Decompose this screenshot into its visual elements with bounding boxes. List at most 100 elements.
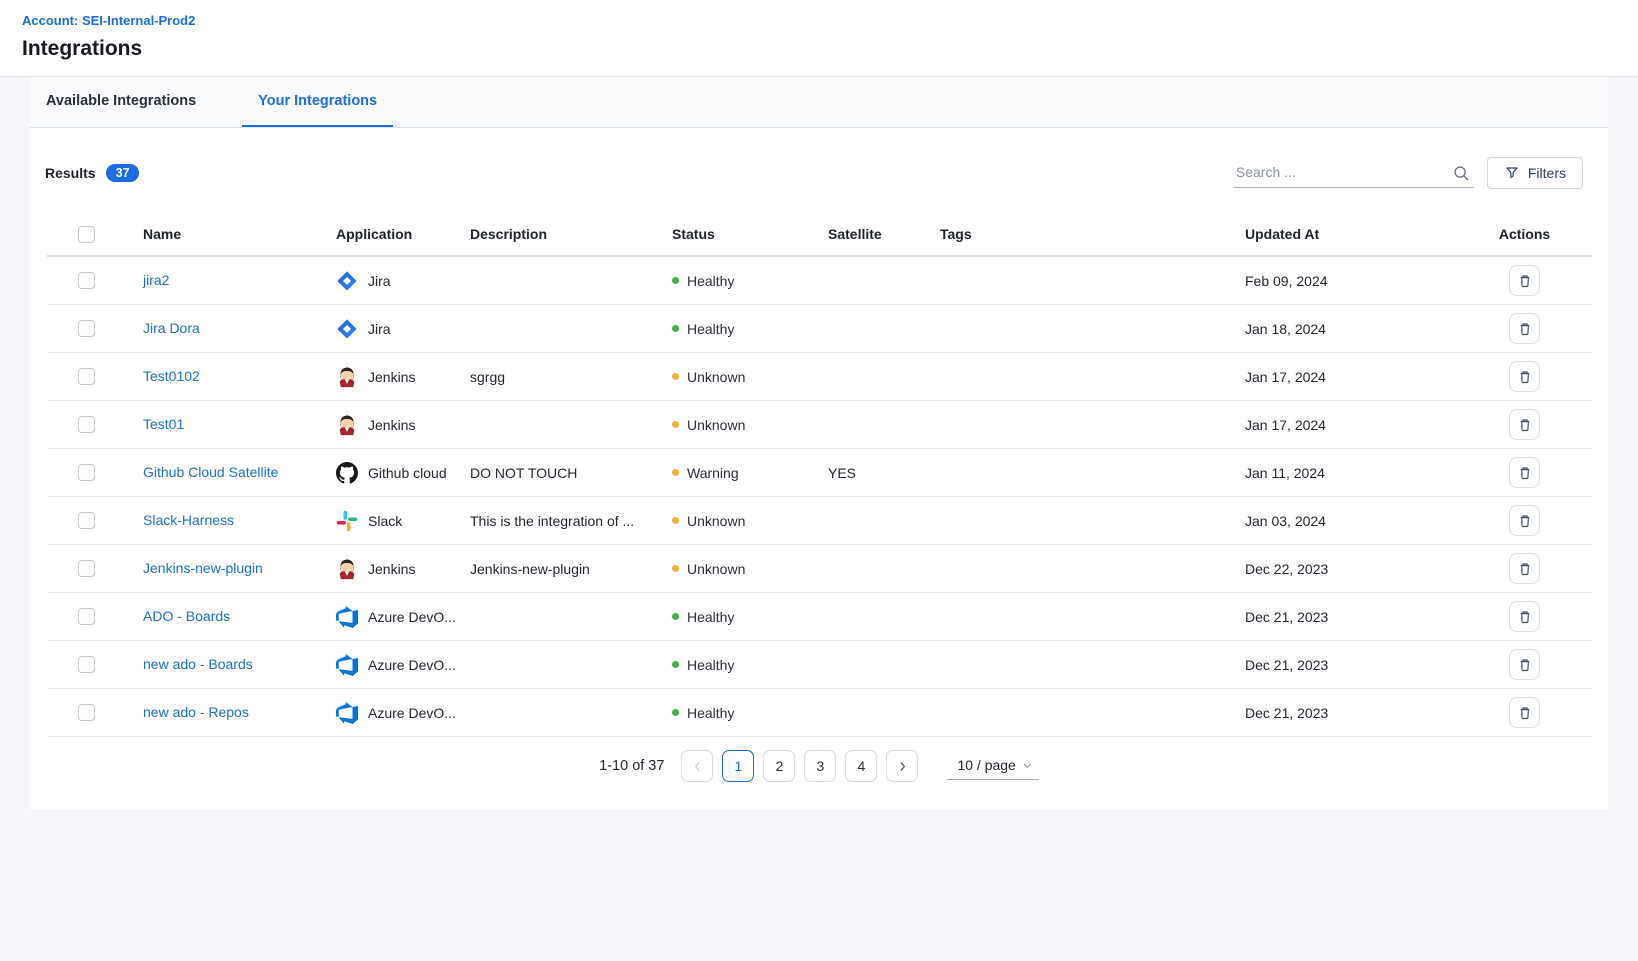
application-label: Azure DevO... xyxy=(368,657,456,673)
table-row: jira2JiraHealthyFeb 09, 2024 xyxy=(47,257,1592,305)
updated-at-cell: Dec 21, 2023 xyxy=(1245,657,1457,673)
delete-button[interactable] xyxy=(1509,265,1540,296)
page-size-select[interactable]: 10 / page xyxy=(947,752,1038,780)
updated-at-cell: Dec 22, 2023 xyxy=(1245,561,1457,577)
page-size-value: 10 / page xyxy=(957,757,1015,773)
pagination-next-button[interactable] xyxy=(886,750,918,782)
row-checkbox[interactable] xyxy=(78,608,95,625)
status-label: Healthy xyxy=(687,609,734,625)
row-checkbox[interactable] xyxy=(78,656,95,673)
filters-button[interactable]: Filters xyxy=(1487,157,1583,189)
integration-name-link[interactable]: Github Cloud Satellite xyxy=(143,464,278,480)
status-dot xyxy=(672,469,679,476)
results-count-badge: 37 xyxy=(106,164,140,183)
pagination-page-3[interactable]: 3 xyxy=(804,750,836,782)
jenkins-icon xyxy=(336,414,358,436)
trash-icon xyxy=(1517,608,1533,625)
select-all-checkbox[interactable] xyxy=(78,226,95,243)
status-dot xyxy=(672,565,679,572)
integration-name-link[interactable]: Jenkins-new-plugin xyxy=(143,560,263,576)
pagination: 1-10 of 37 1234 10 / page xyxy=(30,750,1608,782)
updated-at-cell: Feb 09, 2024 xyxy=(1245,273,1457,289)
status-label: Unknown xyxy=(687,369,745,385)
delete-button[interactable] xyxy=(1509,697,1540,728)
status-cell: Healthy xyxy=(672,657,828,673)
updated-at-cell: Jan 03, 2024 xyxy=(1245,513,1457,529)
table-row: Test0102JenkinssgrggUnknownJan 17, 2024 xyxy=(47,353,1592,401)
column-header-application: Application xyxy=(336,226,470,242)
integration-name-link[interactable]: new ado - Repos xyxy=(143,704,249,720)
delete-button[interactable] xyxy=(1509,313,1540,344)
integrations-panel: Results 37 Filters xyxy=(30,128,1608,809)
delete-button[interactable] xyxy=(1509,457,1540,488)
description-cell: This is the integration of ... xyxy=(470,513,672,529)
row-checkbox[interactable] xyxy=(78,560,95,577)
integration-name-link[interactable]: Jira Dora xyxy=(143,320,200,336)
tab-available-integrations[interactable]: Available Integrations xyxy=(30,77,212,127)
status-cell: Healthy xyxy=(672,609,828,625)
satellite-cell: YES xyxy=(828,465,940,481)
status-dot xyxy=(672,661,679,668)
pagination-page-1[interactable]: 1 xyxy=(722,750,754,782)
jenkins-icon xyxy=(336,366,358,388)
application-label: Jira xyxy=(368,273,391,289)
search-input[interactable] xyxy=(1234,158,1444,186)
trash-icon xyxy=(1517,704,1533,721)
row-checkbox[interactable] xyxy=(78,272,95,289)
pagination-range: 1-10 of 37 xyxy=(599,758,664,774)
application-label: Jenkins xyxy=(368,417,415,433)
status-dot xyxy=(672,373,679,380)
chevron-right-icon xyxy=(896,760,909,773)
integration-name-link[interactable]: Test01 xyxy=(143,416,184,432)
delete-button[interactable] xyxy=(1509,553,1540,584)
delete-button[interactable] xyxy=(1509,409,1540,440)
github-icon xyxy=(336,462,358,484)
row-checkbox[interactable] xyxy=(78,320,95,337)
row-checkbox[interactable] xyxy=(78,416,95,433)
delete-button[interactable] xyxy=(1509,649,1540,680)
chevron-down-icon xyxy=(1022,760,1033,771)
updated-at-cell: Jan 17, 2024 xyxy=(1245,417,1457,433)
account-breadcrumb[interactable]: Account: SEI-Internal-Prod2 xyxy=(22,13,1638,28)
pagination-page-4[interactable]: 4 xyxy=(845,750,877,782)
integrations-table: NameApplicationDescriptionStatusSatellit… xyxy=(47,213,1592,737)
page-title: Integrations xyxy=(22,37,1638,61)
delete-button[interactable] xyxy=(1509,601,1540,632)
delete-button[interactable] xyxy=(1509,361,1540,392)
column-header-tags: Tags xyxy=(940,226,1245,242)
pagination-prev-button[interactable] xyxy=(681,750,713,782)
integration-name-link[interactable]: Slack-Harness xyxy=(143,512,234,528)
status-label: Warning xyxy=(687,465,739,481)
description-cell: DO NOT TOUCH xyxy=(470,465,672,481)
status-dot xyxy=(672,709,679,716)
search-icon xyxy=(1452,164,1470,187)
table-row: Slack-HarnessSlackThis is the integratio… xyxy=(47,497,1592,545)
status-label: Unknown xyxy=(687,417,745,433)
integration-name-link[interactable]: ADO - Boards xyxy=(143,608,230,624)
status-cell: Unknown xyxy=(672,369,828,385)
jira-icon xyxy=(336,270,358,292)
integration-name-link[interactable]: Test0102 xyxy=(143,368,200,384)
page-header: Account: SEI-Internal-Prod2 Integrations xyxy=(0,0,1638,77)
application-label: Jenkins xyxy=(368,369,415,385)
tab-your-integrations[interactable]: Your Integrations xyxy=(242,77,393,127)
description-cell: Jenkins-new-plugin xyxy=(470,561,672,577)
description-cell: sgrgg xyxy=(470,369,672,385)
integration-name-link[interactable]: new ado - Boards xyxy=(143,656,253,672)
row-checkbox[interactable] xyxy=(78,512,95,529)
row-checkbox[interactable] xyxy=(78,368,95,385)
row-checkbox[interactable] xyxy=(78,464,95,481)
application-label: Azure DevO... xyxy=(368,609,456,625)
status-cell: Unknown xyxy=(672,417,828,433)
status-cell: Healthy xyxy=(672,321,828,337)
column-header-updated-at: Updated At xyxy=(1245,226,1457,242)
application-label: Jenkins xyxy=(368,561,415,577)
trash-icon xyxy=(1517,656,1533,673)
trash-icon xyxy=(1517,512,1533,529)
delete-button[interactable] xyxy=(1509,505,1540,536)
integration-name-link[interactable]: jira2 xyxy=(143,272,169,288)
updated-at-cell: Dec 21, 2023 xyxy=(1245,609,1457,625)
azure-icon xyxy=(336,654,358,676)
row-checkbox[interactable] xyxy=(78,704,95,721)
pagination-page-2[interactable]: 2 xyxy=(763,750,795,782)
